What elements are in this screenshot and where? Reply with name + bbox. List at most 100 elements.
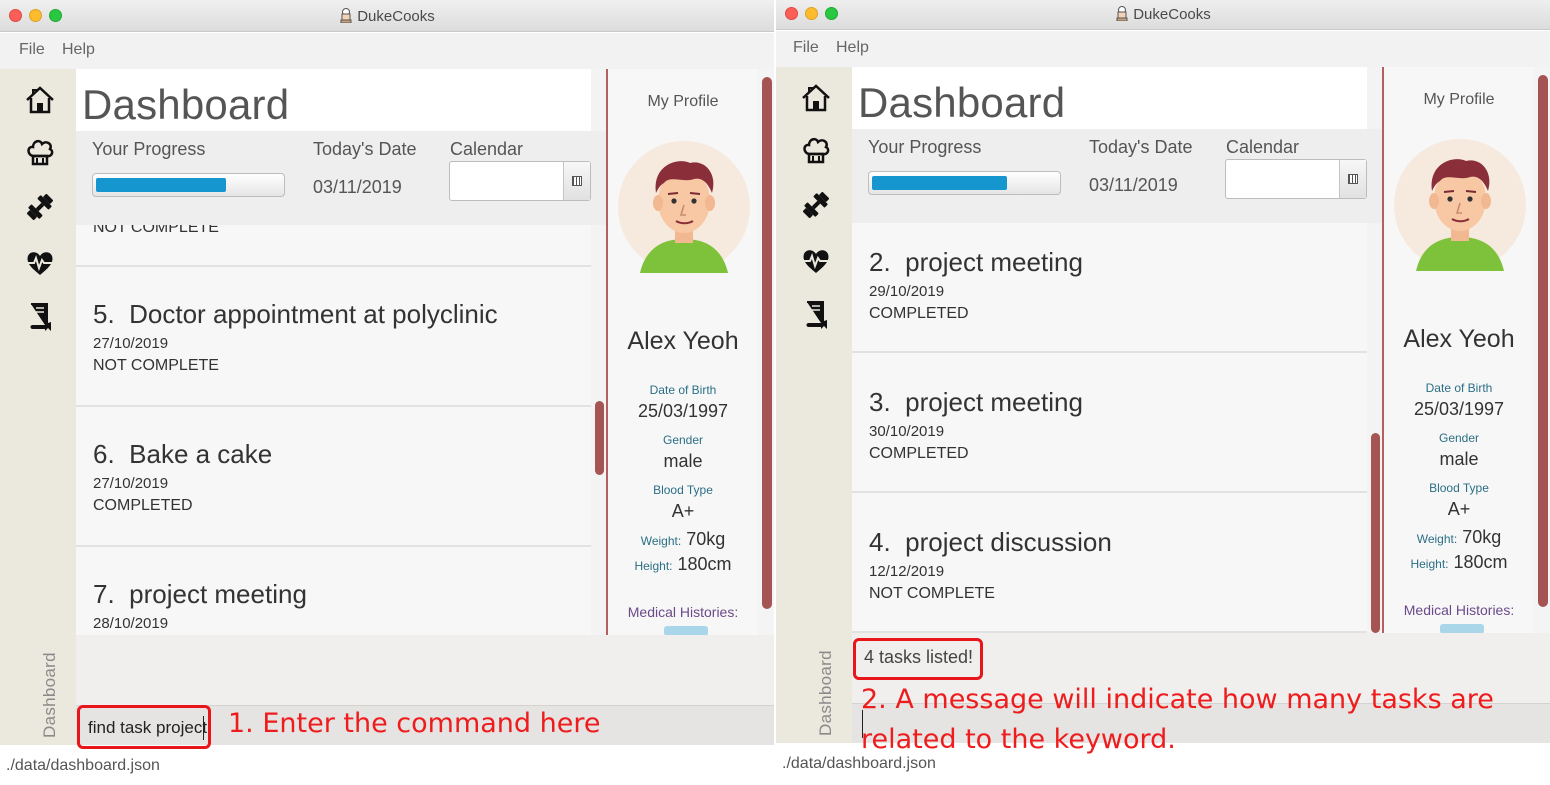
blood-type-value: A+: [1447, 499, 1471, 519]
dashboard-panel: NOT COMPLETE 5. Doctor appointment at po…: [76, 69, 606, 635]
task-card[interactable]: 7. project meeting 28/10/2019: [76, 547, 592, 635]
task-date: 27/10/2019: [93, 335, 169, 352]
calendar-icon: [1348, 174, 1358, 184]
app-window-right: DukeCooks File Help Dashboard 2. project…: [776, 0, 1550, 785]
calendar-label: Calendar: [1226, 137, 1300, 157]
profile-scrollbar[interactable]: [762, 77, 772, 609]
progress-label: Your Progress: [92, 139, 206, 159]
task-status: NOT COMPLETE: [869, 585, 995, 602]
task-date: 12/12/2019: [869, 563, 945, 580]
dashboard-panel: 2. project meeting 29/10/2019 COMPLETED …: [852, 67, 1382, 633]
gender-label: Gender: [662, 433, 704, 447]
app-window-left: DukeCooks File Help Dashboard NOT COMPLE…: [0, 0, 774, 785]
progress-bar: [868, 171, 1061, 195]
home-icon[interactable]: [24, 84, 56, 116]
book-icon[interactable]: [800, 298, 832, 330]
data-file-path: ./data/dashboard.json: [782, 755, 936, 772]
menu-bar: File Help: [776, 31, 1550, 67]
task-card[interactable]: 2. project meeting 29/10/2019 COMPLETED: [852, 223, 1368, 353]
task-date: 29/10/2019: [869, 283, 945, 300]
task-card[interactable]: 5. Doctor appointment at polyclinic 27/1…: [76, 267, 592, 407]
calendar-date-picker[interactable]: [449, 161, 591, 201]
progress-fill: [872, 176, 1007, 190]
weight-row: Weight: 70kg: [1416, 527, 1502, 547]
task-title: 6. Bake a cake: [93, 439, 273, 469]
chef-hat-icon[interactable]: [800, 134, 832, 166]
book-icon[interactable]: [24, 300, 56, 332]
sidebar-vertical-label: Dashboard: [816, 650, 835, 736]
dob-label: Date of Birth: [1425, 381, 1493, 395]
calendar-button[interactable]: [563, 162, 590, 200]
chef-hat-icon[interactable]: [24, 136, 56, 168]
height-row: Height: 180cm: [1410, 552, 1508, 572]
dob-value: 25/03/1997: [637, 401, 729, 421]
blood-type-label: Blood Type: [653, 483, 713, 497]
medical-history-tag: [664, 626, 708, 635]
date-label: Today's Date: [313, 139, 417, 159]
menu-file[interactable]: File: [793, 39, 819, 57]
task-status: COMPLETED: [93, 497, 193, 514]
sidebar-vertical-label: Dashboard: [40, 652, 59, 738]
profile-heading: My Profile: [1423, 91, 1495, 108]
step1-annotation: 1. Enter the command here: [228, 708, 601, 739]
heartbeat-icon[interactable]: [800, 245, 832, 277]
chef-icon: [1116, 6, 1128, 21]
menu-help[interactable]: Help: [836, 39, 869, 57]
title-bar: DukeCooks: [0, 0, 774, 32]
profile-scrollbar[interactable]: [1538, 75, 1548, 607]
profile-panel: My Profile Alex Yeoh Date of Birth 25/03…: [1382, 67, 1550, 633]
profile-heading: My Profile: [647, 93, 719, 110]
task-status: COMPLETED: [869, 445, 969, 462]
date-label: Today's Date: [1089, 137, 1193, 157]
task-title: 5. Doctor appointment at polyclinic: [93, 299, 498, 329]
task-date: 27/10/2019: [93, 475, 169, 492]
profile-card: My Profile Alex Yeoh Date of Birth 25/03…: [608, 69, 758, 635]
sidebar: [776, 67, 852, 743]
window-title: DukeCooks: [776, 6, 1550, 23]
task-status: COMPLETED: [869, 305, 969, 322]
progress-section: Your Progress Today's Date Calendar 03/1…: [76, 131, 606, 225]
window-title: DukeCooks: [0, 8, 774, 25]
profile-card: My Profile Alex Yeoh Date of Birth 25/03…: [1384, 67, 1534, 633]
data-file-path: ./data/dashboard.json: [6, 757, 160, 774]
scrollbar-thumb[interactable]: [1371, 433, 1380, 633]
dumbbell-icon[interactable]: [800, 189, 832, 221]
dumbbell-icon[interactable]: [24, 191, 56, 223]
medical-histories-label: Medical Histories:: [1403, 602, 1515, 618]
heartbeat-icon[interactable]: [24, 247, 56, 279]
sidebar: [0, 69, 76, 745]
profile-panel: My Profile Alex Yeoh Date of Birth 25/03…: [606, 69, 774, 635]
task-card[interactable]: 6. Bake a cake 27/10/2019 COMPLETED: [76, 407, 592, 547]
dob-label: Date of Birth: [649, 383, 717, 397]
gender-value: male: [1439, 449, 1479, 469]
step2-annotation-line1: 2. A message will indicate how many task…: [861, 684, 1494, 715]
title-bar: DukeCooks: [776, 0, 1550, 30]
calendar-button[interactable]: [1339, 160, 1366, 198]
task-card[interactable]: 3. project meeting 30/10/2019 COMPLETED: [852, 353, 1368, 493]
calendar-date-picker[interactable]: [1225, 159, 1367, 199]
gender-value: male: [663, 451, 703, 471]
gender-label: Gender: [1438, 431, 1480, 445]
progress-bar: [92, 173, 285, 197]
task-card[interactable]: 4. project discussion 12/12/2019 NOT COM…: [852, 493, 1368, 633]
task-status: NOT COMPLETE: [93, 357, 219, 374]
blood-type-label: Blood Type: [1429, 481, 1489, 495]
home-icon[interactable]: [800, 82, 832, 114]
medical-history-tag: [1440, 624, 1484, 633]
calendar-icon: [572, 176, 582, 186]
chef-icon: [340, 8, 352, 23]
task-date: 30/10/2019: [869, 423, 945, 440]
page-title: Dashboard: [858, 79, 1066, 126]
calendar-label: Calendar: [450, 139, 524, 159]
todays-date: 03/11/2019: [1089, 175, 1178, 195]
step2-annotation-line2: related to the keyword.: [861, 724, 1176, 755]
todays-date: 03/11/2019: [313, 177, 402, 197]
task-title: 7. project meeting: [93, 579, 307, 609]
progress-fill: [96, 178, 226, 192]
weight-row: Weight: 70kg: [640, 529, 726, 549]
menu-help[interactable]: Help: [62, 41, 95, 59]
menu-file[interactable]: File: [19, 41, 45, 59]
task-title: 4. project discussion: [869, 527, 1112, 557]
scrollbar-thumb[interactable]: [595, 401, 604, 475]
task-title: 2. project meeting: [869, 247, 1083, 277]
